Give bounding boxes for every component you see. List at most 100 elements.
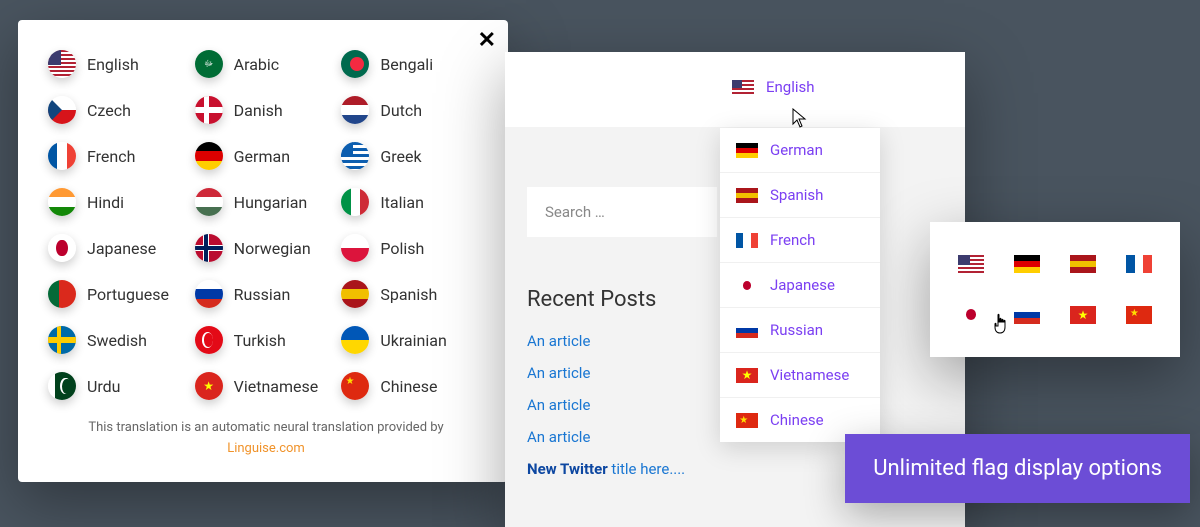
language-label: Dutch	[380, 101, 422, 120]
dropdown-item-label: Japanese	[770, 276, 835, 294]
language-dropdown-trigger[interactable]: English	[732, 78, 815, 96]
dropdown-item[interactable]: German	[720, 128, 880, 173]
flag-icon	[195, 280, 223, 308]
language-label: Vietnamese	[234, 377, 319, 396]
cursor-arrow-icon	[792, 108, 808, 133]
language-grid: Englishﷻ Arabic Bengali Czech Danish Dutch Fre…	[48, 50, 484, 400]
flag-icon	[48, 372, 76, 400]
search-input[interactable]: Search …	[527, 187, 717, 237]
language-label: Hindi	[87, 193, 124, 212]
close-icon[interactable]: ✕	[478, 30, 496, 52]
flag-icon	[736, 278, 758, 293]
flag-icon	[341, 50, 369, 78]
language-option[interactable]: Portuguese	[48, 280, 191, 308]
language-label: Urdu	[87, 377, 121, 396]
flag-icon	[736, 188, 758, 203]
language-option[interactable]: ﷻ Arabic	[195, 50, 338, 78]
cursor-hand-icon	[992, 313, 1010, 340]
flag-icon	[48, 50, 76, 78]
flag-icon	[341, 280, 369, 308]
flag-icon	[341, 96, 369, 124]
flag-grid-item[interactable]	[958, 255, 984, 273]
flag-icon	[732, 80, 754, 95]
flag-icon	[341, 234, 369, 262]
language-label: Portuguese	[87, 285, 169, 304]
language-option[interactable]: Polish	[341, 234, 484, 262]
flag-grid-item[interactable]: ★	[1126, 306, 1152, 324]
language-label: Arabic	[234, 55, 280, 74]
language-label: Norwegian	[234, 239, 311, 258]
flag-icon	[48, 188, 76, 216]
dropdown-item-label: Chinese	[770, 411, 824, 429]
flag-grid-panel: ★★	[930, 222, 1180, 357]
dropdown-item[interactable]: Spanish	[720, 173, 880, 218]
language-dropdown-menu: GermanSpanishFrenchJapaneseRussian★Vietn…	[720, 128, 880, 442]
flag-icon	[341, 142, 369, 170]
language-option[interactable]: Bengali	[341, 50, 484, 78]
language-option[interactable]: German	[195, 142, 338, 170]
flag-icon	[736, 143, 758, 158]
language-option[interactable]: Swedish	[48, 326, 191, 354]
flag-icon	[48, 234, 76, 262]
language-label: Greek	[380, 147, 421, 166]
language-option[interactable]: Spanish	[341, 280, 484, 308]
dropdown-item[interactable]: ★Vietnamese	[720, 353, 880, 398]
flag-icon	[341, 326, 369, 354]
dropdown-item-label: Vietnamese	[770, 366, 849, 384]
language-label: Swedish	[87, 331, 147, 350]
language-option[interactable]: Japanese	[48, 234, 191, 262]
provider-link[interactable]: Linguise.com	[227, 441, 305, 456]
language-option[interactable]: Turkish	[195, 326, 338, 354]
language-option[interactable]: Russian	[195, 280, 338, 308]
language-option[interactable]: Dutch	[341, 96, 484, 124]
dropdown-item-label: German	[770, 141, 823, 159]
flag-icon: ★	[341, 372, 369, 400]
flag-icon	[48, 280, 76, 308]
language-option[interactable]: ★ Vietnamese	[195, 372, 338, 400]
flag-grid-item[interactable]	[1070, 255, 1096, 273]
flag-icon	[736, 323, 758, 338]
flag-icon	[195, 96, 223, 124]
language-option[interactable]: Hindi	[48, 188, 191, 216]
language-label: Danish	[234, 101, 283, 120]
flag-grid-item[interactable]	[1014, 255, 1040, 273]
language-picker-modal: ✕ Englishﷻ Arabic Bengali Czech Danish Dutch F…	[18, 20, 508, 482]
dropdown-item-label: Russian	[770, 321, 823, 339]
language-option[interactable]: English	[48, 50, 191, 78]
language-option[interactable]: Ukrainian	[341, 326, 484, 354]
language-label: Bengali	[380, 55, 433, 74]
language-option[interactable]: Hungarian	[195, 188, 338, 216]
language-label: Hungarian	[234, 193, 308, 212]
flag-icon	[48, 96, 76, 124]
language-option[interactable]: Czech	[48, 96, 191, 124]
dropdown-item[interactable]: Russian	[720, 308, 880, 353]
flag-icon	[48, 142, 76, 170]
flag-icon: ★	[736, 413, 758, 428]
flag-grid-item[interactable]: ★	[1070, 306, 1096, 324]
flag-grid-item[interactable]	[958, 306, 984, 324]
language-option[interactable]: Urdu	[48, 372, 191, 400]
language-label: Ukrainian	[380, 331, 446, 350]
language-option[interactable]: Danish	[195, 96, 338, 124]
flag-grid-item[interactable]	[1014, 306, 1040, 324]
flag-icon	[341, 188, 369, 216]
language-option[interactable]: French	[48, 142, 191, 170]
language-option[interactable]: ★ Chinese	[341, 372, 484, 400]
language-label: Chinese	[380, 377, 437, 396]
flag-icon: ★	[195, 372, 223, 400]
language-label: Japanese	[87, 239, 156, 258]
language-label: Polish	[380, 239, 424, 258]
disclaimer-text: This translation is an automatic neural …	[48, 418, 484, 460]
dropdown-item-label: Spanish	[770, 186, 823, 204]
flag-icon: ﷻ	[195, 50, 223, 78]
flag-grid-item[interactable]	[1126, 255, 1152, 273]
dropdown-item[interactable]: French	[720, 218, 880, 263]
dropdown-item[interactable]: Japanese	[720, 263, 880, 308]
language-option[interactable]: Italian	[341, 188, 484, 216]
language-label: French	[87, 147, 135, 166]
feature-banner: Unlimited flag display options	[845, 434, 1190, 503]
language-option[interactable]: Norwegian	[195, 234, 338, 262]
language-option[interactable]: Greek	[341, 142, 484, 170]
flag-icon	[736, 233, 758, 248]
flag-icon	[195, 188, 223, 216]
